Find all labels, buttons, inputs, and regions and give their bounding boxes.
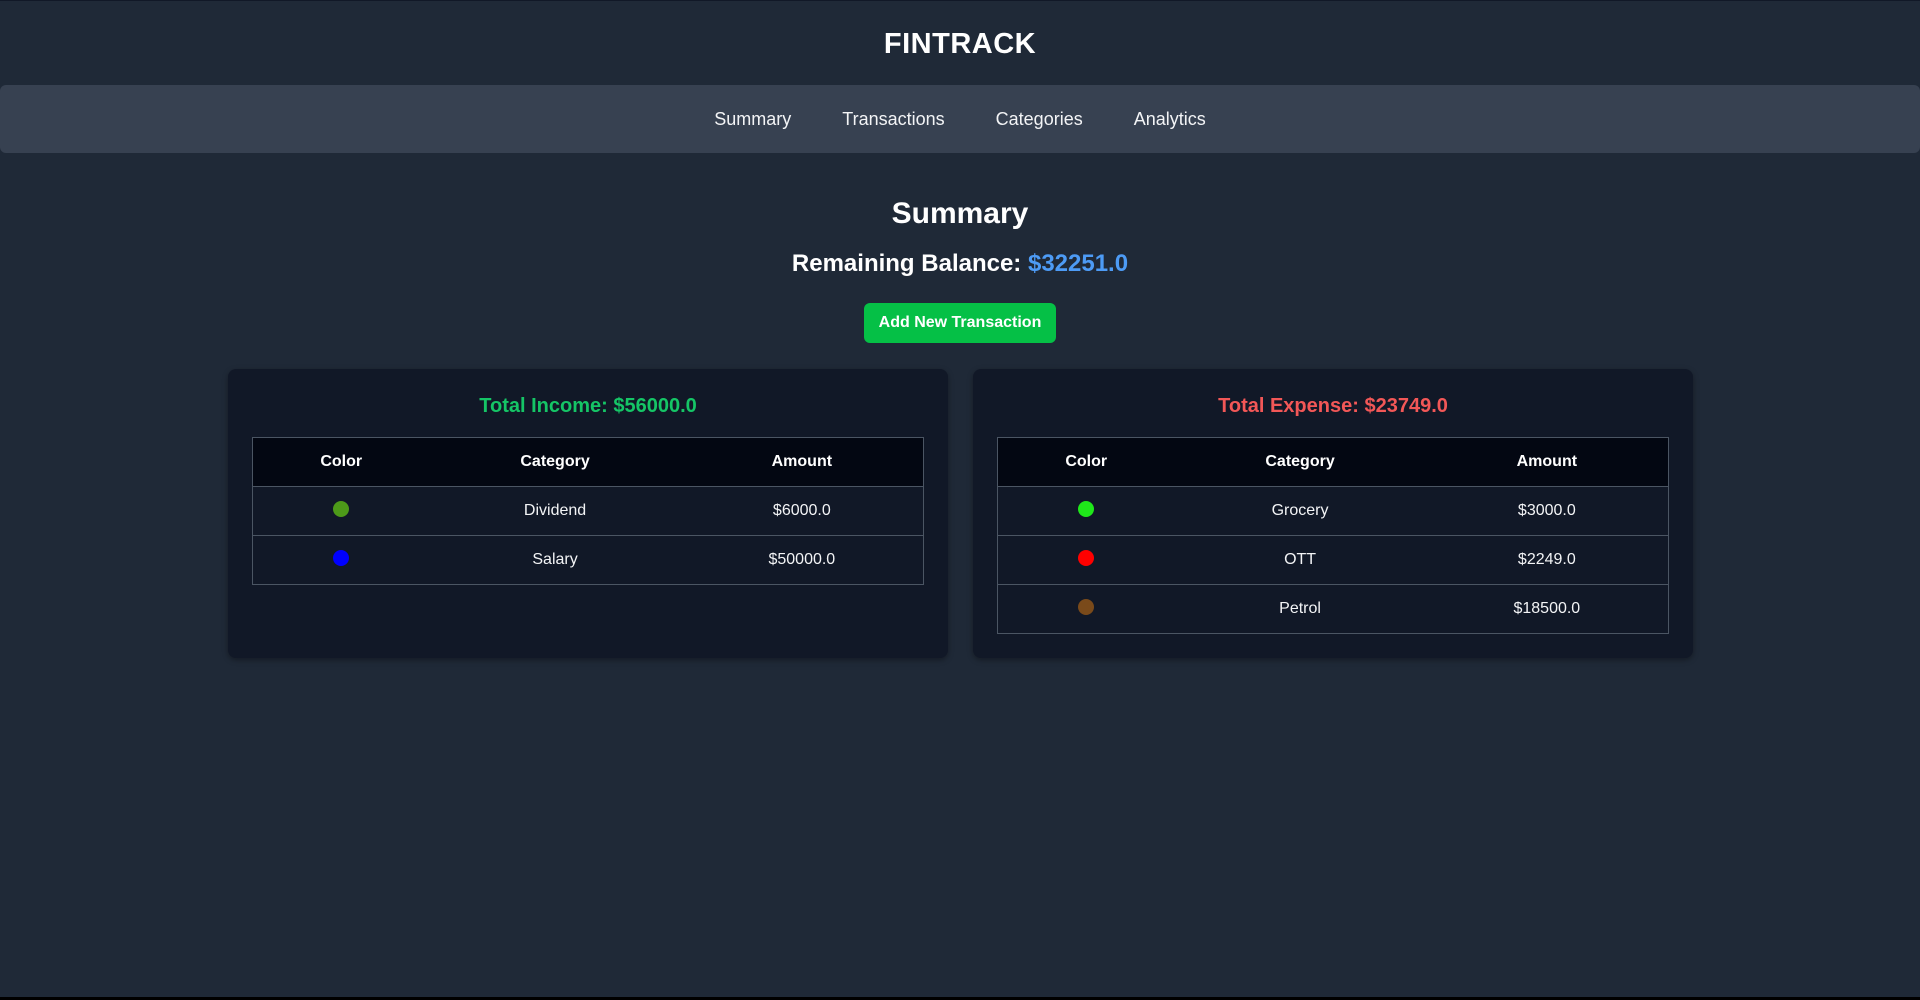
total-expense-title: Total Expense: $23749.0 <box>1218 395 1448 417</box>
column-header-category: Category <box>429 437 681 487</box>
color-cell <box>997 486 1175 536</box>
category-cell: OTT <box>1174 535 1426 585</box>
column-header-amount: Amount <box>1425 437 1669 487</box>
amount-cell: $6000.0 <box>680 486 924 536</box>
balance-label: Remaining Balance: <box>791 250 1028 277</box>
color-dot-icon <box>333 549 350 566</box>
color-cell <box>252 535 430 585</box>
add-transaction-button[interactable]: Add New Transaction <box>864 303 1056 343</box>
nav-link-summary[interactable]: Summary <box>714 109 791 130</box>
expense-card: Total Expense: $23749.0 Color Category A… <box>973 369 1693 658</box>
color-cell <box>997 535 1175 585</box>
nav-link-transactions[interactable]: Transactions <box>842 109 944 130</box>
table-row: Dividend $6000.0 <box>252 486 924 536</box>
income-card: Total Income: $56000.0 Color Category Am… <box>228 369 948 658</box>
column-header-color: Color <box>252 437 430 487</box>
column-header-amount: Amount <box>680 437 924 487</box>
balance-value: $32251.0 <box>1027 250 1129 277</box>
table-header-row: Color Category Amount <box>997 437 1669 487</box>
table-row: OTT $2249.0 <box>997 535 1669 585</box>
page-title: Summary <box>891 197 1029 230</box>
nav-link-analytics[interactable]: Analytics <box>1134 109 1206 130</box>
total-income-title: Total Income: $56000.0 <box>479 395 697 417</box>
color-cell <box>252 486 430 536</box>
column-header-category: Category <box>1174 437 1426 487</box>
column-header-color: Color <box>997 437 1175 487</box>
category-cell: Grocery <box>1174 486 1426 536</box>
color-dot-icon <box>1078 598 1095 615</box>
navbar: Summary Transactions Categories Analytic… <box>0 85 1920 153</box>
table-row: Salary $50000.0 <box>252 535 924 585</box>
category-cell: Petrol <box>1174 584 1426 634</box>
nav-link-categories[interactable]: Categories <box>996 109 1083 130</box>
category-cell: Dividend <box>429 486 681 536</box>
table-header-row: Color Category Amount <box>252 437 924 487</box>
amount-cell: $18500.0 <box>1425 584 1669 634</box>
main-content: Summary Remaining Balance: $32251.0 Add … <box>0 153 1920 343</box>
app-header: FINTRACK <box>0 0 1920 85</box>
amount-cell: $2249.0 <box>1425 535 1669 585</box>
color-dot-icon <box>1078 549 1095 566</box>
color-cell <box>997 584 1175 634</box>
color-dot-icon <box>333 500 350 517</box>
table-row: Petrol $18500.0 <box>997 584 1669 634</box>
income-table: Color Category Amount Dividend $6000.0 S… <box>252 437 924 585</box>
summary-cards: Total Income: $56000.0 Color Category Am… <box>228 369 1693 658</box>
amount-cell: $3000.0 <box>1425 486 1669 536</box>
app-title: FINTRACK <box>883 28 1037 60</box>
remaining-balance: Remaining Balance: $32251.0 <box>0 249 1920 279</box>
expense-table: Color Category Amount Grocery $3000.0 OT… <box>997 437 1669 634</box>
app-root: FINTRACK Summary Transactions Categories… <box>0 0 1920 1000</box>
color-dot-icon <box>1078 500 1095 517</box>
amount-cell: $50000.0 <box>680 535 924 585</box>
category-cell: Salary <box>429 535 681 585</box>
table-row: Grocery $3000.0 <box>997 486 1669 536</box>
